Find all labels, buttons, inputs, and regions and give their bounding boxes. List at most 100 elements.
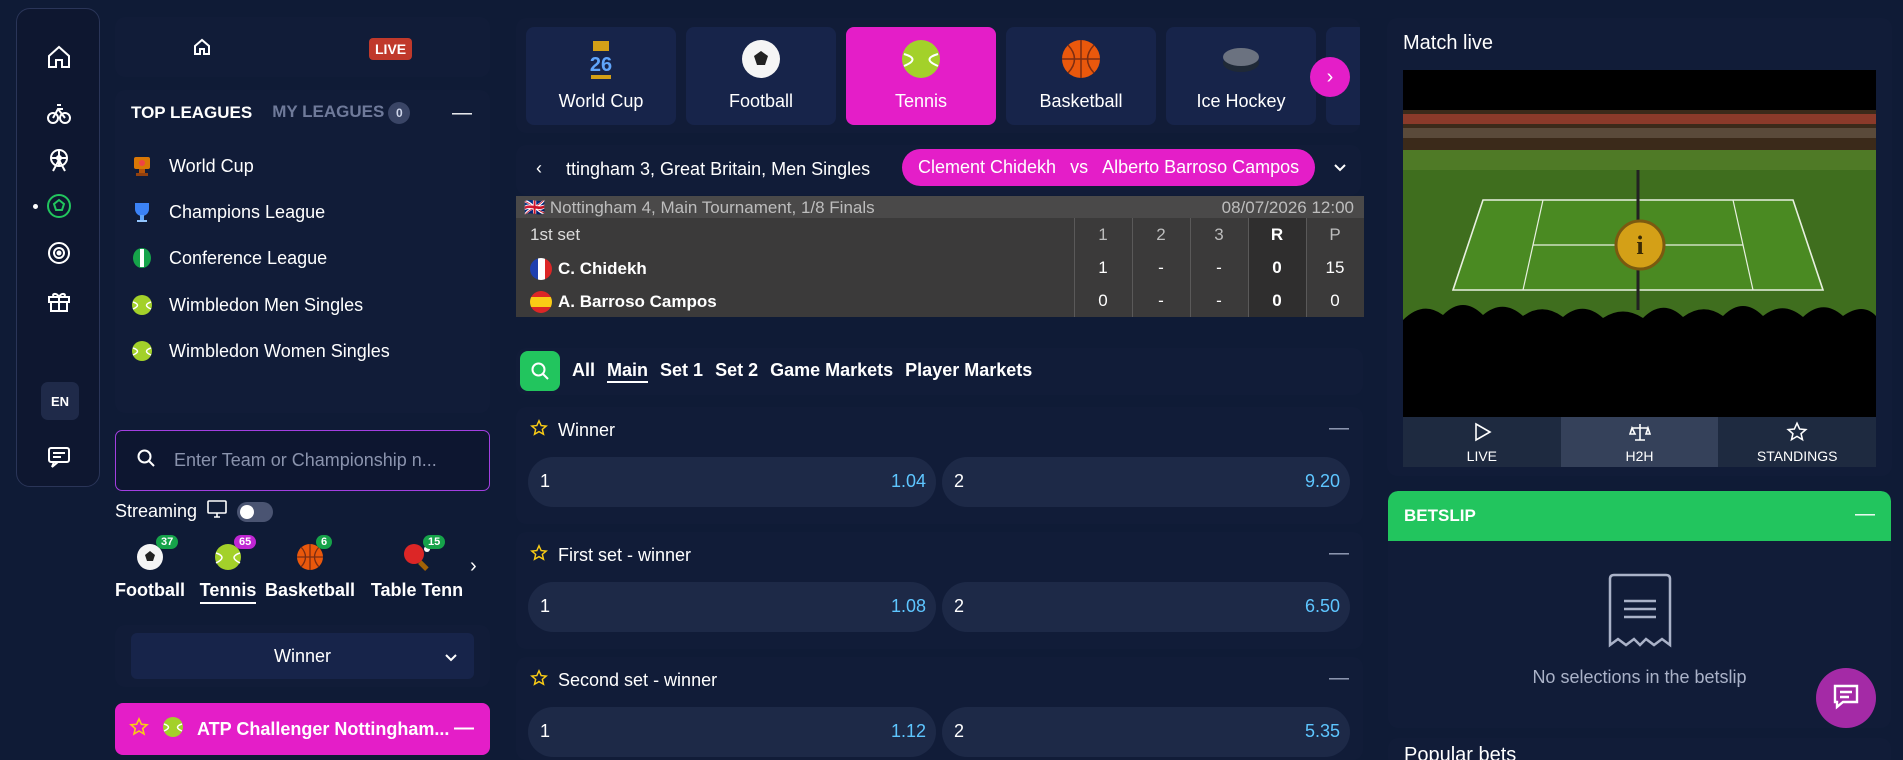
sports-carousel: 26 World Cup Football Tennis Basketball … [516, 18, 1360, 133]
collapse-leagues-button[interactable]: — [452, 102, 472, 125]
sport-tab-tennis[interactable]: 65 Tennis [195, 535, 261, 610]
popular-bets-panel: Popular bets [1388, 738, 1891, 760]
score-cell: - [1158, 258, 1164, 277]
odds-button[interactable]: 2 9.20 [942, 457, 1350, 507]
chevron-down-icon[interactable] [1333, 157, 1347, 178]
league-item[interactable]: World Cup [129, 145, 254, 187]
scoreboard-header-row: 1st set 1 2 3 R P [516, 218, 1364, 250]
search-icon [136, 448, 156, 473]
collapse-market-button[interactable]: — [1329, 542, 1349, 565]
home-icon[interactable] [192, 37, 212, 62]
tab-set-1[interactable]: Set 1 [660, 360, 703, 383]
carousel-next-button[interactable]: › [1310, 57, 1350, 97]
player-name-label: C. Chidekh [558, 259, 647, 278]
odds-value: 1.08 [890, 596, 926, 616]
current-match-pill[interactable]: Clement Chidekh vs Alberto Barroso Campo… [902, 149, 1316, 186]
tab-game-markets[interactable]: Game Markets [770, 360, 893, 383]
tab-standings-label: STANDINGS [1756, 447, 1838, 464]
sport-tab-label: Table Tenn [370, 580, 464, 600]
home-live-bar: LIVE [115, 17, 490, 77]
league-item[interactable]: Champions League [129, 191, 325, 233]
court-visualization: i [1403, 70, 1876, 417]
chat-button[interactable] [1816, 668, 1876, 728]
star-outline-icon[interactable] [530, 669, 548, 692]
prev-match-button[interactable]: ‹ [536, 158, 542, 179]
gift-icon[interactable] [17, 281, 101, 321]
sport-card-tennis[interactable]: Tennis [846, 27, 996, 125]
collapse-event-button[interactable]: — [454, 717, 474, 740]
collapse-market-button[interactable]: — [1329, 417, 1349, 440]
odds-button[interactable]: 1 1.08 [528, 582, 936, 632]
sport-tabs-next-button[interactable]: › [470, 555, 477, 578]
odds-value: 1.04 [890, 471, 926, 491]
league-item[interactable]: Conference League [129, 237, 327, 279]
sport-card-basketball[interactable]: Basketball [1006, 27, 1156, 125]
search-icon[interactable] [520, 351, 560, 391]
sport-card-label: Ice Hockey [1196, 91, 1286, 111]
streaming-toggle[interactable] [237, 501, 274, 522]
tab-h2h[interactable]: H2H [1560, 417, 1719, 467]
target-icon[interactable] [17, 233, 101, 273]
league-label: Wimbledon Men Singles [169, 294, 364, 315]
collapse-betslip-button[interactable]: — [1855, 503, 1875, 526]
market-block: Second set - winner — 1 1.12 2 5.35 [516, 657, 1363, 760]
sport-card-label: Tennis [894, 91, 948, 111]
market-select-dropdown[interactable]: Winner [131, 633, 474, 679]
sport-tab-football[interactable]: 37 Football [115, 535, 185, 610]
betslip-header[interactable]: BETSLIP — [1388, 491, 1891, 541]
column-header: P [1329, 225, 1341, 244]
star-outline-icon[interactable] [129, 716, 149, 742]
event-row[interactable]: ATP Challenger Nottingham... — [115, 703, 490, 755]
tab-all[interactable]: All [572, 360, 595, 383]
cycling-icon[interactable] [17, 93, 101, 133]
betslip-title: BETSLIP [1404, 506, 1476, 525]
market-title: First set - winner [558, 545, 692, 565]
scales-icon [1628, 421, 1651, 446]
player-name: A. Barroso Campos [530, 291, 717, 313]
league-item[interactable]: Wimbledon Women Singles [129, 330, 390, 372]
sport-card-football[interactable]: Football [686, 27, 836, 125]
star-outline-icon[interactable] [530, 544, 548, 567]
sport-tab-table-tennis[interactable]: 15 Table Tenn [367, 535, 467, 610]
column-header: 2 [1156, 225, 1166, 244]
league-label: Champions League [169, 201, 326, 222]
sport-count: 6 [316, 535, 333, 549]
collapse-market-button[interactable]: — [1329, 667, 1349, 690]
sport-card-ice-hockey[interactable]: Ice Hockey [1166, 27, 1316, 125]
hockey-puck-icon [1219, 37, 1263, 81]
tab-live[interactable]: LIVE [1403, 417, 1561, 467]
tab-top-leagues[interactable]: TOP LEAGUES [131, 103, 252, 123]
world-cup-26-icon: 26 [579, 37, 623, 81]
ferris-wheel-icon[interactable] [17, 140, 101, 180]
tab-player-markets[interactable]: Player Markets [905, 360, 1032, 383]
star-outline-icon [1786, 420, 1808, 446]
market-title: Second set - winner [558, 670, 718, 690]
sport-card-world-cup[interactable]: 26 World Cup [526, 27, 676, 125]
tennis-ball-icon [899, 37, 943, 81]
home-icon[interactable] [17, 37, 101, 77]
star-outline-icon[interactable] [530, 419, 548, 442]
search-input[interactable] [174, 450, 474, 471]
odds-value: 1.12 [890, 721, 926, 741]
sport-tab-basketball[interactable]: 6 Basketball [265, 535, 355, 610]
tab-my-leagues[interactable]: MY LEAGUES 0 [272, 102, 411, 124]
spain-flag-icon [530, 291, 552, 313]
score-cell: 0 [1272, 258, 1282, 277]
tab-standings[interactable]: STANDINGS [1718, 417, 1876, 467]
sport-card-label: Football [728, 91, 794, 111]
tab-set-2[interactable]: Set 2 [715, 360, 758, 383]
odds-button[interactable]: 1 1.04 [528, 457, 936, 507]
active-indicator [33, 204, 38, 209]
odds-button[interactable]: 2 5.35 [942, 707, 1350, 757]
language-button[interactable]: EN [41, 382, 79, 420]
score-cell: - [1216, 258, 1222, 277]
prev-match-label[interactable]: ttingham 3, Great Britain, Men Singles [566, 159, 870, 180]
tab-main[interactable]: Main [607, 360, 649, 383]
chat-support-icon[interactable] [17, 437, 101, 477]
event-label: ATP Challenger Nottingham... [197, 718, 450, 739]
odds-button[interactable]: 1 1.12 [528, 707, 936, 757]
live-button[interactable]: LIVE [369, 38, 413, 60]
league-item[interactable]: Wimbledon Men Singles [129, 284, 363, 326]
odds-button[interactable]: 2 6.50 [942, 582, 1350, 632]
football-icon[interactable] [17, 186, 101, 226]
